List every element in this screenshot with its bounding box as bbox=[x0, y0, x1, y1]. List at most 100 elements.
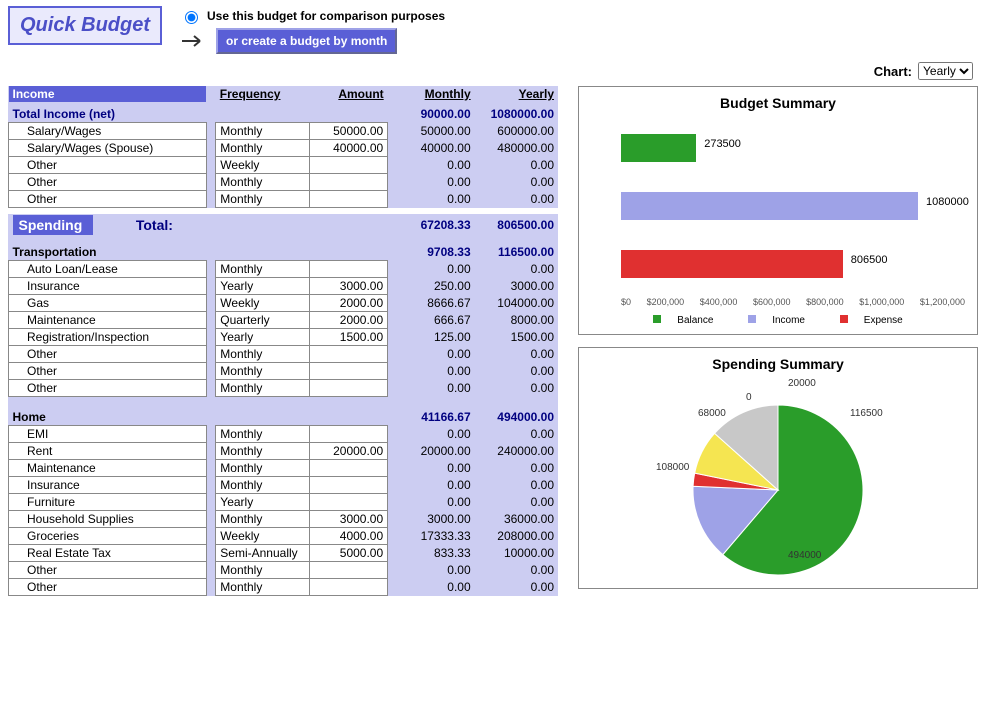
row-frequency[interactable]: Monthly bbox=[216, 123, 310, 140]
row-amount[interactable] bbox=[310, 191, 388, 208]
row-frequency[interactable]: Monthly bbox=[216, 561, 310, 578]
comparison-radio-input[interactable] bbox=[185, 11, 198, 24]
spending-summary-title: Spending Summary bbox=[587, 356, 969, 372]
row-monthly: 833.33 bbox=[397, 544, 475, 561]
row-amount[interactable] bbox=[310, 157, 388, 174]
row-frequency[interactable]: Monthly bbox=[216, 140, 310, 157]
row-yearly: 0.00 bbox=[475, 191, 558, 208]
row-label[interactable]: Real Estate Tax bbox=[9, 544, 207, 561]
row-label[interactable]: Maintenance bbox=[9, 459, 207, 476]
row-yearly: 0.00 bbox=[475, 459, 558, 476]
row-amount[interactable] bbox=[310, 578, 388, 595]
row-label[interactable]: Registration/Inspection bbox=[9, 329, 207, 346]
income-row: OtherMonthly0.000.00 bbox=[9, 191, 559, 208]
row-label[interactable]: Salary/Wages (Spouse) bbox=[9, 140, 207, 157]
row-frequency[interactable]: Monthly bbox=[216, 346, 310, 363]
row-amount[interactable]: 20000.00 bbox=[310, 442, 388, 459]
row-label[interactable]: Other bbox=[9, 363, 207, 380]
row-label[interactable]: Other bbox=[9, 346, 207, 363]
row-label[interactable]: Other bbox=[9, 561, 207, 578]
row-frequency[interactable]: Semi-Annually bbox=[216, 544, 310, 561]
create-budget-by-month-button[interactable]: or create a budget by month bbox=[216, 28, 397, 54]
pie-slice-label: 68000 bbox=[698, 408, 726, 419]
row-amount[interactable]: 1500.00 bbox=[310, 329, 388, 346]
comparison-radio[interactable]: Use this budget for comparison purposes bbox=[180, 8, 445, 24]
row-label[interactable]: Rent bbox=[9, 442, 207, 459]
row-amount[interactable]: 4000.00 bbox=[310, 527, 388, 544]
row-frequency[interactable]: Weekly bbox=[216, 157, 310, 174]
row-amount[interactable]: 2000.00 bbox=[310, 295, 388, 312]
row-frequency[interactable]: Monthly bbox=[216, 425, 310, 442]
budget-summary-chart: Budget Summary 2735001080000806500 $0$20… bbox=[578, 86, 978, 335]
spending-row: InsuranceYearly3000.00250.003000.00 bbox=[9, 278, 559, 295]
row-monthly: 0.00 bbox=[397, 346, 475, 363]
row-label[interactable]: Maintenance bbox=[9, 312, 207, 329]
spending-table: Spending Total: 67208.33 806500.00 Trans… bbox=[8, 214, 558, 596]
row-frequency[interactable]: Quarterly bbox=[216, 312, 310, 329]
row-label[interactable]: Other bbox=[9, 157, 207, 174]
row-label[interactable]: Other bbox=[9, 174, 207, 191]
row-amount[interactable] bbox=[310, 261, 388, 278]
row-amount[interactable] bbox=[310, 425, 388, 442]
row-frequency[interactable]: Weekly bbox=[216, 295, 310, 312]
row-amount[interactable] bbox=[310, 174, 388, 191]
row-amount[interactable] bbox=[310, 476, 388, 493]
row-monthly: 0.00 bbox=[397, 261, 475, 278]
row-frequency[interactable]: Monthly bbox=[216, 578, 310, 595]
income-row: OtherWeekly0.000.00 bbox=[9, 157, 559, 174]
category-monthly: 9708.33 bbox=[397, 244, 475, 261]
row-amount[interactable]: 40000.00 bbox=[310, 140, 388, 157]
row-amount[interactable]: 2000.00 bbox=[310, 312, 388, 329]
row-label[interactable]: Auto Loan/Lease bbox=[9, 261, 207, 278]
row-label[interactable]: Furniture bbox=[9, 493, 207, 510]
row-frequency[interactable]: Weekly bbox=[216, 527, 310, 544]
row-monthly: 17333.33 bbox=[397, 527, 475, 544]
row-amount[interactable]: 5000.00 bbox=[310, 544, 388, 561]
row-frequency[interactable]: Monthly bbox=[216, 363, 310, 380]
row-frequency[interactable]: Yearly bbox=[216, 329, 310, 346]
row-label[interactable]: Household Supplies bbox=[9, 510, 207, 527]
row-amount[interactable] bbox=[310, 363, 388, 380]
row-frequency[interactable]: Yearly bbox=[216, 278, 310, 295]
row-frequency[interactable]: Yearly bbox=[216, 493, 310, 510]
row-frequency[interactable]: Monthly bbox=[216, 442, 310, 459]
row-frequency[interactable]: Monthly bbox=[216, 174, 310, 191]
row-yearly: 36000.00 bbox=[475, 510, 558, 527]
row-label[interactable]: Insurance bbox=[9, 278, 207, 295]
row-amount[interactable]: 3000.00 bbox=[310, 278, 388, 295]
row-frequency[interactable]: Monthly bbox=[216, 191, 310, 208]
row-frequency[interactable]: Monthly bbox=[216, 510, 310, 527]
row-label[interactable]: Other bbox=[9, 380, 207, 397]
row-label[interactable]: Other bbox=[9, 191, 207, 208]
row-monthly: 0.00 bbox=[397, 493, 475, 510]
row-label[interactable]: Salary/Wages bbox=[9, 123, 207, 140]
row-frequency[interactable]: Monthly bbox=[216, 476, 310, 493]
row-monthly: 0.00 bbox=[397, 425, 475, 442]
total-income-monthly: 90000.00 bbox=[397, 106, 475, 123]
row-amount[interactable]: 50000.00 bbox=[310, 123, 388, 140]
row-label[interactable]: Groceries bbox=[9, 527, 207, 544]
row-amount[interactable] bbox=[310, 459, 388, 476]
spending-row: OtherMonthly0.000.00 bbox=[9, 578, 559, 595]
category-yearly: 116500.00 bbox=[475, 244, 558, 261]
row-monthly: 125.00 bbox=[397, 329, 475, 346]
row-label[interactable]: Insurance bbox=[9, 476, 207, 493]
row-label[interactable]: EMI bbox=[9, 425, 207, 442]
spending-row: RentMonthly20000.0020000.00240000.00 bbox=[9, 442, 559, 459]
row-frequency[interactable]: Monthly bbox=[216, 380, 310, 397]
spending-row: GroceriesWeekly4000.0017333.33208000.00 bbox=[9, 527, 559, 544]
category-monthly: 41166.67 bbox=[397, 409, 475, 426]
row-label[interactable]: Gas bbox=[9, 295, 207, 312]
col-yearly: Yearly bbox=[475, 86, 558, 102]
row-amount[interactable] bbox=[310, 493, 388, 510]
row-amount[interactable] bbox=[310, 561, 388, 578]
row-amount[interactable]: 3000.00 bbox=[310, 510, 388, 527]
row-yearly: 1500.00 bbox=[475, 329, 558, 346]
row-label[interactable]: Other bbox=[9, 578, 207, 595]
row-amount[interactable] bbox=[310, 380, 388, 397]
row-frequency[interactable]: Monthly bbox=[216, 261, 310, 278]
row-amount[interactable] bbox=[310, 346, 388, 363]
row-frequency[interactable]: Monthly bbox=[216, 459, 310, 476]
spending-row: GasWeekly2000.008666.67104000.00 bbox=[9, 295, 559, 312]
chart-period-select[interactable]: Yearly bbox=[918, 62, 973, 80]
